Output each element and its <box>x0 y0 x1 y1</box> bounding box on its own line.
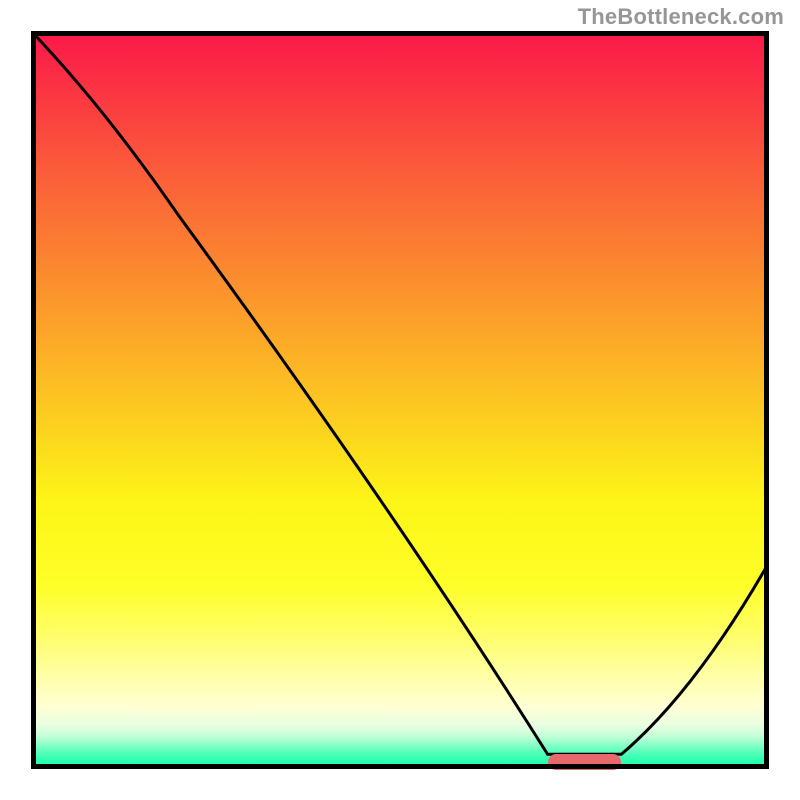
plot-area <box>31 31 769 769</box>
bottleneck-chart: TheBottleneck.com <box>0 0 800 800</box>
optimal-range-marker <box>548 754 622 770</box>
attribution-text: TheBottleneck.com <box>578 4 784 30</box>
gradient-background <box>31 31 769 769</box>
